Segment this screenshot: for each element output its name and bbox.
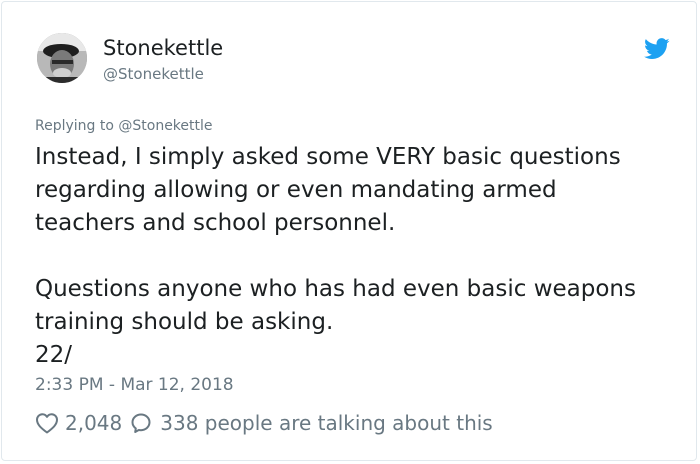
heart-icon[interactable]	[35, 412, 59, 434]
author-handle[interactable]: @Stonekettle	[103, 65, 204, 83]
author-display-name[interactable]: Stonekettle	[103, 36, 223, 60]
tweet-text: Instead, I simply asked some VERY basic …	[35, 144, 636, 368]
reply-context[interactable]: Replying to @Stonekettle	[35, 118, 213, 134]
tweet-card: Stonekettle @Stonekettle Replying to @St…	[1, 1, 697, 461]
conversation-count[interactable]: 338 people are talking about this	[160, 411, 492, 435]
avatar-image	[37, 33, 87, 83]
tweet-timestamp[interactable]: 2:33 PM - Mar 12, 2018	[35, 375, 234, 395]
tweet-actions: 2,048 338 people are talking about this	[35, 409, 493, 437]
twitter-bird-icon[interactable]	[644, 38, 670, 60]
speech-bubble-icon[interactable]	[130, 412, 152, 434]
avatar[interactable]	[37, 33, 87, 83]
like-count[interactable]: 2,048	[65, 411, 122, 435]
